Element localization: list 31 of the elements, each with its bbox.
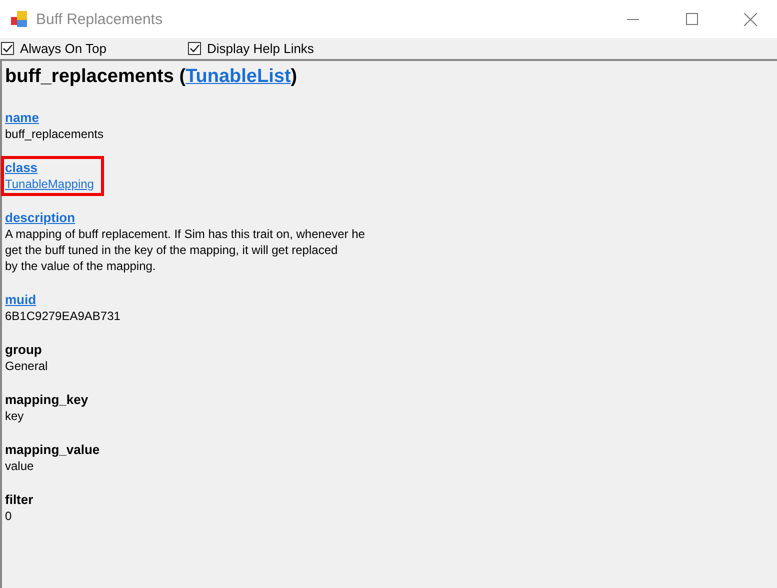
checkbox-box[interactable] [188,42,201,54]
field-label-link[interactable]: description [5,210,365,226]
field-value: General [5,358,48,374]
heading-paren: ( [179,66,186,88]
field-label: group [5,342,43,358]
minimize-icon [626,18,638,20]
checkbox-box[interactable] [1,42,14,54]
window-title: Buff Replacements [36,10,164,28]
checkbox[interactable]: Display Help Links [187,40,374,56]
field-label: mapping_value [5,442,100,458]
field-value: 0 [5,508,13,524]
field-value: key [5,408,25,424]
check-icon [189,42,200,54]
app-icon [11,10,28,28]
close-icon [744,12,757,26]
check-icon [2,42,13,54]
field-value-link[interactable]: TunableMapping [5,176,94,192]
field-label-link[interactable]: name [5,110,104,126]
field-value: value [5,458,35,474]
field-label: mapping_key [5,392,88,408]
checkbox[interactable]: Always On Top [0,40,187,56]
field-value: A mapping of buff replacement. If Sim has this trait on, whenever he get the buff tuned in the key of the mapping, it will get replaced by the value of the mapping. [5,226,365,274]
field-label-link[interactable]: muid [5,292,120,308]
heading-paren: ) [290,66,298,88]
field-value: buff_replacements [5,126,104,142]
field-value: 6B1C9279EA9AB731 [5,308,120,324]
field-label-link[interactable]: class [5,160,94,176]
maximize-icon [686,13,698,25]
field-label: filter [5,492,34,508]
heading-title: buff_replacements [5,66,174,88]
type-link[interactable]: TunableList [186,66,291,88]
